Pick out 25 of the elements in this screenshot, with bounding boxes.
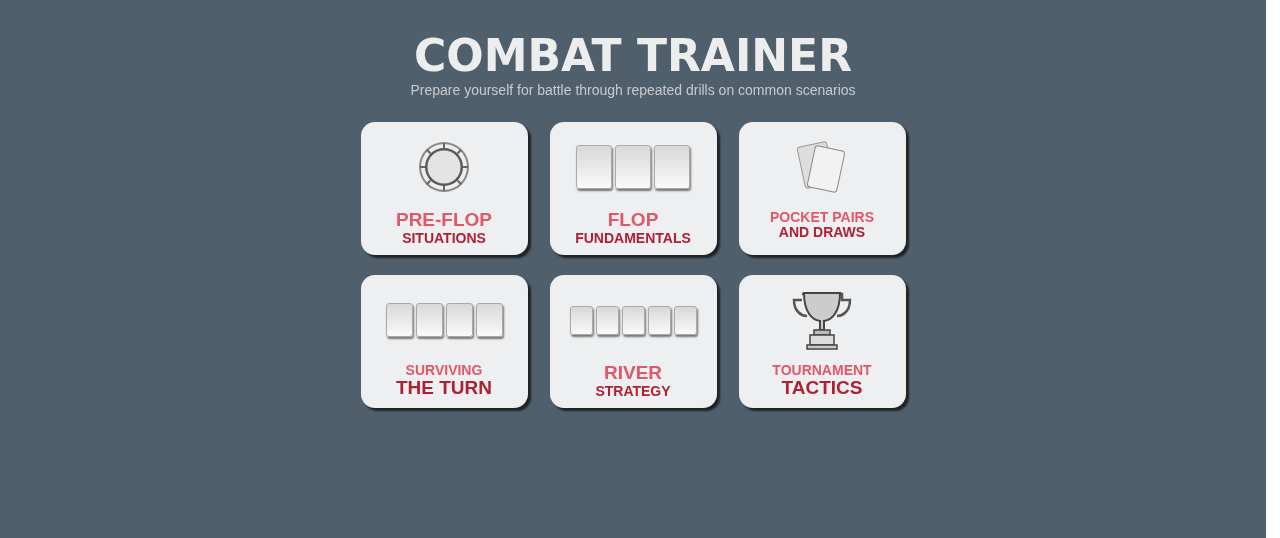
drill-card[interactable]: RIVER STRATEGY (549, 275, 717, 408)
card-title: RIVER (603, 363, 663, 384)
card-row-icon (576, 145, 690, 189)
drill-card[interactable]: TOURNAMENT TACTICS (738, 275, 906, 408)
card-title: FLOP (607, 210, 659, 231)
page-subtitle: Prepare yourself for battle through repeated drills on common scenarios (410, 82, 856, 98)
card-title: PRE-FLOP (395, 210, 493, 231)
drill-card[interactable]: SURVIVING THE TURN (360, 275, 528, 408)
card-subtitle: THE TURN (395, 378, 493, 400)
drill-card[interactable]: PRE-FLOP SITUATIONS (360, 122, 528, 255)
card-title: TOURNAMENT (772, 363, 872, 379)
drill-card[interactable]: POCKET PAIRS AND DRAWS (738, 122, 906, 255)
page-title: COMBAT TRAINER (413, 30, 853, 82)
card-title: SURVIVING (405, 363, 483, 379)
card-row-icon (385, 303, 503, 337)
card-subtitle: SITUATIONS (402, 230, 486, 247)
card-subtitle: TACTICS (781, 378, 863, 400)
card-title: POCKET PAIRS (770, 210, 874, 226)
trophy-icon (792, 290, 852, 350)
poker-chip-icon (418, 141, 470, 193)
card-subtitle: FUNDAMENTALS (575, 230, 691, 247)
card-row-icon (569, 305, 697, 335)
card-subtitle: AND DRAWS (778, 225, 866, 241)
drill-card[interactable]: FLOP FUNDAMENTALS (549, 122, 717, 255)
card-subtitle: STRATEGY (595, 383, 671, 400)
